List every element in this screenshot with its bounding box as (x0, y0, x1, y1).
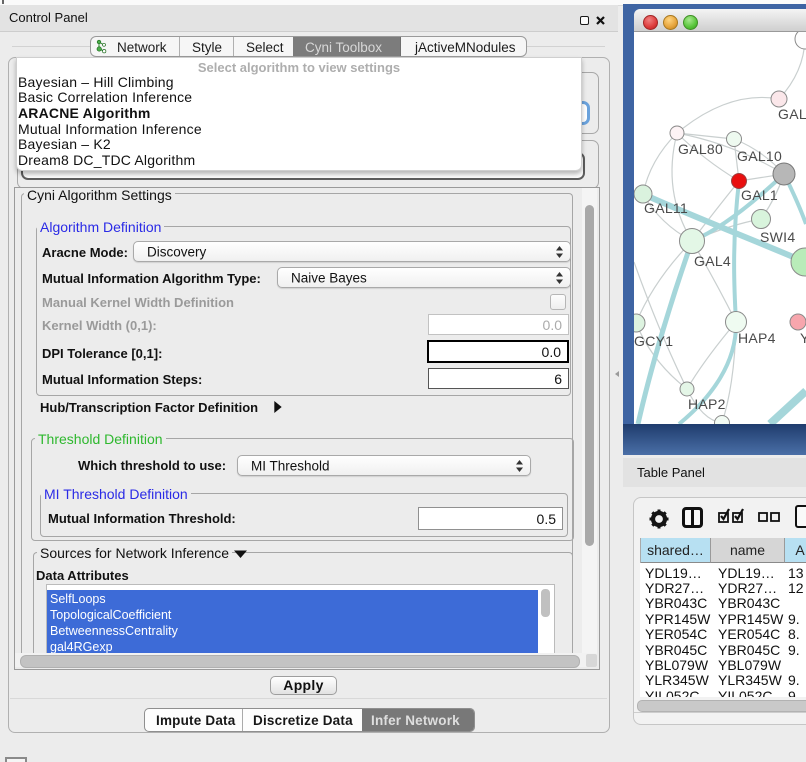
svg-text:GCY1: GCY1 (634, 333, 673, 349)
svg-text:GAL1: GAL1 (741, 187, 778, 203)
svg-text:HAP4: HAP4 (738, 330, 776, 346)
svg-text:Y: Y (800, 330, 806, 346)
svg-text:GAL2: GAL2 (778, 106, 806, 122)
svg-text:GAL4: GAL4 (694, 253, 731, 269)
svg-text:HAP2: HAP2 (688, 396, 726, 412)
svg-text:GAL10: GAL10 (737, 148, 782, 164)
svg-text:GAL11: GAL11 (644, 200, 688, 216)
svg-text:SWI4: SWI4 (760, 229, 795, 245)
svg-text:GAL80: GAL80 (678, 141, 723, 157)
